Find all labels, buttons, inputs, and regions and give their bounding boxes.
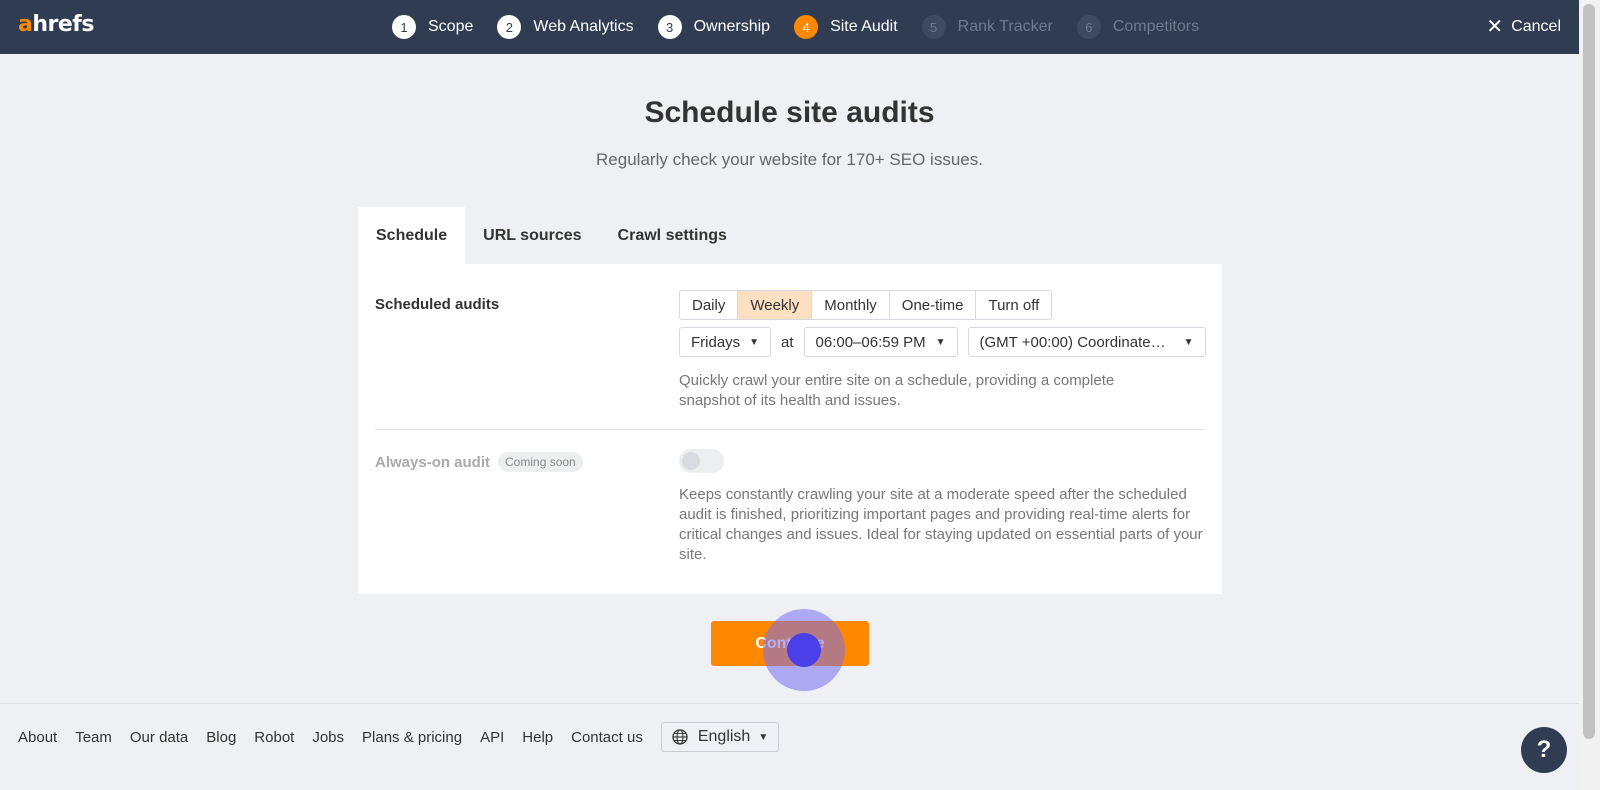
tab-crawl-settings[interactable]: Crawl settings [600, 207, 745, 264]
time-dropdown[interactable]: 06:00–06:59 PM ▼ [803, 327, 958, 357]
footer-links: About Team Our data Blog Robot Jobs Plan… [18, 722, 780, 752]
step-competitors: 6 Competitors [1076, 15, 1200, 39]
scheduled-audits-label: Scheduled audits [375, 296, 500, 313]
timezone-value: (GMT +00:00) Coordinate… [979, 333, 1166, 351]
wizard-steps: 1 Scope 2 Web Analytics 3 Ownership 4 Si… [392, 0, 1223, 54]
step-number: 6 [1076, 15, 1101, 39]
footer-link-contact-us[interactable]: Contact us [571, 729, 643, 746]
settings-tabs: Schedule URL sources Crawl settings [358, 207, 745, 264]
footer-link-team[interactable]: Team [75, 729, 112, 746]
step-label: Ownership [693, 18, 771, 35]
frequency-one-time[interactable]: One-time [890, 291, 977, 319]
continue-button[interactable]: Continue [711, 621, 869, 666]
page-title: Schedule site audits [644, 96, 935, 129]
footer-link-jobs[interactable]: Jobs [312, 729, 344, 746]
section-divider [375, 429, 1205, 430]
caret-down-icon: ▼ [935, 336, 946, 348]
footer-link-help[interactable]: Help [522, 729, 553, 746]
cancel-label: Cancel [1511, 18, 1561, 35]
ahrefs-logo[interactable]: ahrefs [18, 12, 94, 37]
help-button[interactable]: ? [1521, 727, 1567, 773]
step-label: Competitors [1112, 18, 1200, 35]
always-on-toggle[interactable] [679, 449, 724, 473]
step-number: 5 [921, 15, 946, 39]
day-dropdown[interactable]: Fridays ▼ [679, 327, 771, 357]
footer: About Team Our data Blog Robot Jobs Plan… [0, 703, 1579, 790]
schedule-card: Scheduled audits Daily Weekly Monthly On… [358, 264, 1222, 594]
toggle-knob [682, 452, 700, 470]
language-selector[interactable]: English ▼ [660, 722, 780, 752]
schedule-time-row: Fridays ▼ at 06:00–06:59 PM ▼ (GMT +00:0… [679, 327, 1206, 357]
footer-link-api[interactable]: API [480, 729, 504, 746]
frequency-daily[interactable]: Daily [680, 291, 739, 319]
step-label: Rank Tracker [957, 18, 1053, 35]
always-on-audit-label: Always-on audit Coming soon [375, 452, 583, 472]
globe-icon [672, 729, 688, 745]
footer-link-plans-pricing[interactable]: Plans & pricing [362, 729, 462, 746]
step-site-audit[interactable]: 4 Site Audit [794, 15, 898, 39]
coming-soon-badge: Coming soon [498, 452, 583, 472]
step-number: 3 [657, 15, 682, 39]
frequency-turn-off[interactable]: Turn off [976, 291, 1051, 319]
always-on-description: Keeps constantly crawling your site at a… [679, 486, 1203, 563]
caret-down-icon: ▼ [758, 731, 769, 743]
time-value: 06:00–06:59 PM [815, 333, 926, 351]
frequency-monthly[interactable]: Monthly [812, 291, 890, 319]
frequency-selector: Daily Weekly Monthly One-time Turn off [679, 290, 1053, 320]
footer-link-robot[interactable]: Robot [254, 729, 294, 746]
scheduled-audits-description: Quickly crawl your entire site on a sche… [679, 372, 1115, 409]
page-scrollbar[interactable] [1579, 0, 1600, 790]
caret-down-icon: ▼ [749, 336, 759, 348]
cancel-button[interactable]: ✕ Cancel [1486, 0, 1561, 54]
step-ownership[interactable]: 3 Ownership [657, 15, 771, 39]
footer-link-about[interactable]: About [18, 729, 57, 746]
tab-schedule[interactable]: Schedule [358, 207, 466, 264]
step-number: 4 [794, 15, 819, 39]
page-subtitle: Regularly check your website for 170+ SE… [596, 150, 983, 169]
caret-down-icon: ▼ [1183, 336, 1194, 348]
step-scope[interactable]: 1 Scope [392, 15, 473, 39]
step-label: Web Analytics [533, 18, 634, 35]
language-value: English [697, 728, 751, 745]
step-number: 1 [392, 15, 416, 39]
timezone-dropdown[interactable]: (GMT +00:00) Coordinate… ▼ [967, 327, 1206, 357]
at-label: at [781, 333, 794, 351]
tab-url-sources[interactable]: URL sources [465, 207, 599, 264]
footer-link-our-data[interactable]: Our data [130, 729, 188, 746]
step-number: 2 [497, 15, 522, 39]
footer-link-blog[interactable]: Blog [206, 729, 236, 746]
step-rank-tracker: 5 Rank Tracker [921, 15, 1053, 39]
day-value: Fridays [691, 333, 741, 351]
step-label: Site Audit [830, 18, 898, 35]
scrollbar-thumb[interactable] [1583, 4, 1595, 739]
step-web-analytics[interactable]: 2 Web Analytics [497, 15, 634, 39]
step-label: Scope [428, 18, 474, 35]
frequency-weekly[interactable]: Weekly [738, 291, 813, 319]
top-bar: ahrefs 1 Scope 2 Web Analytics 3 Ownersh… [0, 0, 1579, 54]
close-icon: ✕ [1486, 16, 1504, 38]
